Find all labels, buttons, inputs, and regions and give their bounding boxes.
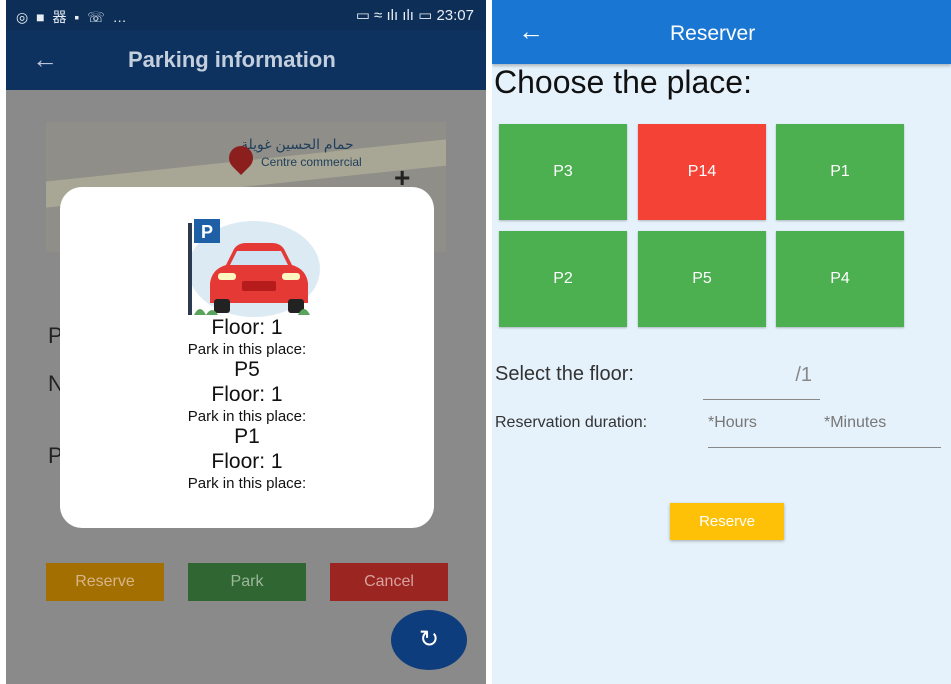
back-arrow-icon[interactable]: ←	[32, 44, 58, 75]
parking-slot-p2[interactable]: P2	[499, 231, 627, 327]
reserve-button[interactable]: Reserve	[46, 563, 164, 601]
app-bar: ← Parking information	[6, 30, 486, 90]
floor-label: Select the floor:	[495, 363, 634, 385]
minutes-input[interactable]: *Minutes	[824, 414, 886, 432]
parking-slot-p5[interactable]: P5	[638, 231, 766, 327]
parking-places-list: Floor: 1 Park in this place: P5 Floor: 1 Par…	[60, 315, 434, 492]
parking-place-name: P5	[234, 358, 260, 381]
reserver-screen: ← Reserver Choose the place: P3 P14 P1 P…	[492, 0, 951, 684]
floor-text: Floor: 1	[211, 383, 283, 406]
app-bar: ← Reserver	[492, 0, 951, 64]
parking-place-name: P1	[234, 425, 260, 448]
floor-text: Floor: 1	[211, 450, 283, 473]
page-title: Reserver	[670, 22, 756, 45]
page-title: Parking information	[128, 47, 336, 72]
parking-sign-letter: P	[201, 222, 213, 242]
duration-field: *Hours *Minutes	[708, 408, 941, 448]
choose-place-heading: Choose the place:	[494, 64, 752, 100]
parking-slot-p14[interactable]: P14	[638, 124, 766, 220]
back-arrow-icon[interactable]: ←	[518, 16, 544, 47]
refresh-icon[interactable]: ↻	[391, 610, 467, 670]
hours-input[interactable]: *Hours	[708, 414, 757, 432]
floor-text: Floor: 1	[211, 316, 283, 339]
map-commercial-label: Centre commercial	[261, 155, 362, 169]
status-icons-left: ◎ ■ 器 ▪ ☏ …	[16, 9, 129, 25]
parking-slot-p4[interactable]: P4	[776, 231, 904, 327]
parking-dialog: P Floor: 1 Park in this place: P5 Floor: 1P…	[60, 187, 434, 528]
floor-select[interactable]: /1	[703, 360, 820, 400]
duration-label: Reservation duration:	[495, 414, 648, 431]
park-instruction: Park in this place:	[187, 341, 307, 358]
parked-car-illustration: P	[188, 219, 320, 317]
status-bar: ◎ ■ 器 ▪ ☏ … ▭ ≈ ılı ılı ▭ 23:07	[6, 0, 486, 30]
parking-information-screen: ◎ ■ 器 ▪ ☏ … ▭ ≈ ılı ılı ▭ 23:07 ← Parkin…	[6, 0, 486, 684]
parking-slot-p1[interactable]: P1	[776, 124, 904, 220]
floor-counter: /1	[795, 364, 812, 386]
park-button[interactable]: Park	[188, 563, 306, 601]
parking-slot-p3[interactable]: P3	[499, 124, 627, 220]
reserve-button[interactable]: Reserve	[670, 503, 784, 540]
status-icons-right: ▭ ≈ ılı ılı ▭ 23:07	[355, 7, 474, 24]
park-instruction: Park in this place:	[187, 475, 307, 492]
park-instruction: Park in this place:	[187, 408, 307, 425]
cancel-button[interactable]: Cancel	[330, 563, 448, 601]
map-place-label: حمام الحسين غويلة	[241, 136, 354, 152]
